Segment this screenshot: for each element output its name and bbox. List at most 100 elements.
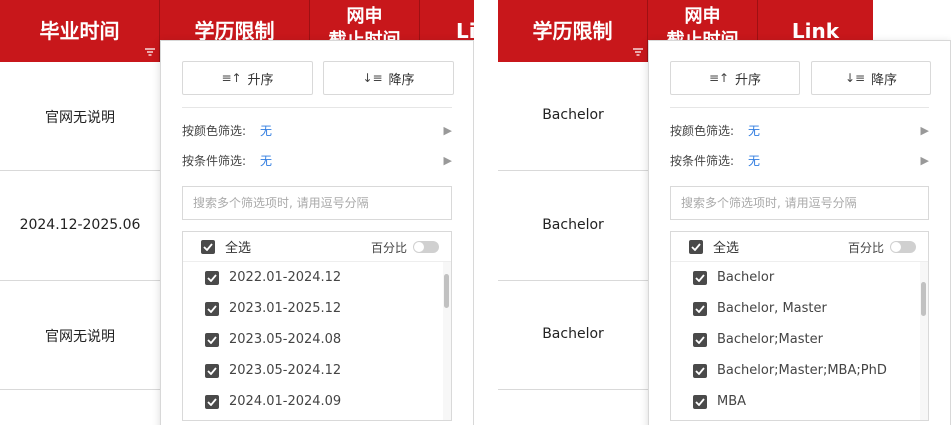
option-label: Bachelor, Master xyxy=(717,301,827,316)
sort-desc-label: 降序 xyxy=(871,72,898,88)
search-input[interactable]: 搜索多个筛选项时, 请用逗号分隔 xyxy=(670,186,929,220)
percent-label: 百分比 xyxy=(370,240,407,255)
select-all-row[interactable]: 全选 百分比 xyxy=(671,232,928,262)
filter-dropdown: ≡↑ 升序 ↓≡ 降序 按颜色筛选: 无 ▶ 按条件筛选: 无 ▶ 搜索多个筛选… xyxy=(648,40,951,425)
list-item[interactable]: Bachelor;Master xyxy=(671,324,918,355)
checkbox-checked-icon[interactable] xyxy=(693,363,707,378)
cell-text: 官网无说明 xyxy=(45,329,115,345)
list-item[interactable]: 2024.01-2024.09 xyxy=(183,386,441,417)
sort-ascending-button[interactable]: ≡↑ 升序 xyxy=(670,61,800,95)
list-item[interactable]: MBA xyxy=(671,386,918,417)
left-panel: 毕业时间 学历限制 网申 截止时间 Li 官网无说明 2024.12-2025.… xyxy=(0,0,474,425)
list-item[interactable]: Bachelor xyxy=(671,262,918,293)
sort-desc-icon: ↓≡ xyxy=(362,71,383,85)
select-all-label: 全选 xyxy=(225,241,252,256)
condition-filter-label: 按条件筛选: xyxy=(182,153,247,168)
filter-icon[interactable] xyxy=(633,48,643,58)
checkbox-checked-icon[interactable] xyxy=(693,270,707,285)
percent-toggle[interactable]: 百分比 xyxy=(371,232,439,262)
table-row: 2024.12-2025.06 xyxy=(0,171,160,281)
cell-text: Bachelor xyxy=(542,326,604,342)
sort-descending-button[interactable]: ↓≡ 降序 xyxy=(323,61,454,95)
filter-options-list: 全选 百分比 Bachelor Bachelor, Master Bachelo… xyxy=(670,231,929,421)
option-label: 2023.05-2024.12 xyxy=(229,363,342,378)
divider xyxy=(670,107,929,108)
toggle-switch[interactable] xyxy=(413,241,439,253)
table-row: Bachelor xyxy=(498,171,648,281)
toggle-switch[interactable] xyxy=(890,241,916,253)
percent-toggle[interactable]: 百分比 xyxy=(848,232,916,262)
checkbox-checked-icon[interactable] xyxy=(693,332,707,347)
table-row: Bachelor xyxy=(498,62,648,171)
search-input[interactable]: 搜索多个筛选项时, 请用逗号分隔 xyxy=(182,186,452,220)
header-label: 毕业时间 xyxy=(39,19,120,43)
list-item[interactable]: 2023.05-2024.12 xyxy=(183,355,441,386)
select-all-row[interactable]: 全选 百分比 xyxy=(183,232,451,262)
cell-text: Bachelor xyxy=(542,217,604,233)
list-item[interactable]: 2023.01-2025.12 xyxy=(183,293,441,324)
color-filter-label: 按颜色筛选: xyxy=(670,123,735,138)
select-all-label: 全选 xyxy=(713,241,740,256)
option-label: 2023.01-2025.12 xyxy=(229,301,342,316)
scrollbar-thumb[interactable] xyxy=(444,274,449,308)
chevron-right-icon: ▶ xyxy=(920,123,929,137)
color-filter-value: 无 xyxy=(260,123,273,138)
option-label: MBA xyxy=(717,394,747,409)
filter-options-list: 全选 百分比 2022.01-2024.12 2023.01-2025.12 2… xyxy=(182,231,452,421)
sort-ascending-button[interactable]: ≡↑ 升序 xyxy=(182,61,313,95)
option-label: 2024.01-2024.09 xyxy=(229,394,342,409)
cell-text: 官网无说明 xyxy=(45,110,115,126)
header-graduation-time[interactable]: 毕业时间 xyxy=(0,0,160,62)
color-filter-row[interactable]: 按颜色筛选: 无 ▶ xyxy=(670,120,929,140)
sort-asc-icon: ≡↑ xyxy=(221,71,242,85)
cell-text: 2024.12-2025.06 xyxy=(19,217,141,233)
checkbox-checked-icon[interactable] xyxy=(205,301,219,316)
condition-filter-value: 无 xyxy=(748,153,761,168)
list-item[interactable]: Bachelor, Master xyxy=(671,293,918,324)
list-item[interactable]: 2022.01-2024.12 xyxy=(183,262,441,293)
sort-descending-button[interactable]: ↓≡ 降序 xyxy=(811,61,931,95)
scrollbar-thumb[interactable] xyxy=(921,282,926,316)
option-label: 2023.05-2024.08 xyxy=(229,332,342,347)
header-label: 网申 xyxy=(346,6,383,27)
checkbox-checked-icon[interactable] xyxy=(205,270,219,285)
filter-icon[interactable] xyxy=(145,48,155,58)
right-panel: 学历限制 网申 截止时间 Link Bachelor Bachelor Bach… xyxy=(498,0,951,425)
sort-asc-icon: ≡↑ xyxy=(708,71,730,85)
divider xyxy=(182,107,452,108)
chevron-right-icon: ▶ xyxy=(443,123,452,137)
condition-filter-row[interactable]: 按条件筛选: 无 ▶ xyxy=(182,150,452,170)
table-row: 官网无说明 xyxy=(0,281,160,390)
header-label: 网申 xyxy=(684,6,721,27)
sort-asc-label: 升序 xyxy=(735,72,762,88)
header-education[interactable]: 学历限制 xyxy=(498,0,648,62)
condition-filter-label: 按条件筛选: xyxy=(670,153,735,168)
option-label: Bachelor;Master xyxy=(717,332,823,347)
sort-asc-label: 升序 xyxy=(247,72,274,88)
checkbox-checked-icon[interactable] xyxy=(205,332,219,347)
cell-text: Bachelor xyxy=(542,107,604,123)
checkbox-checked-icon[interactable] xyxy=(693,394,707,409)
table-row: 官网无说明 xyxy=(0,62,160,171)
sort-desc-icon: ↓≡ xyxy=(844,71,866,85)
percent-label: 百分比 xyxy=(847,240,884,255)
option-label: Bachelor xyxy=(717,270,775,285)
table-row: Bachelor xyxy=(498,281,648,390)
checkbox-checked-icon[interactable] xyxy=(205,394,219,409)
checkbox-checked-icon[interactable] xyxy=(689,239,703,254)
list-item[interactable]: Bachelor;Master;MBA;PhD xyxy=(671,355,918,386)
color-filter-row[interactable]: 按颜色筛选: 无 ▶ xyxy=(182,120,452,140)
filter-dropdown: ≡↑ 升序 ↓≡ 降序 按颜色筛选: 无 ▶ 按条件筛选: 无 ▶ 搜索多个筛选… xyxy=(160,40,474,425)
color-filter-label: 按颜色筛选: xyxy=(182,123,247,138)
checkbox-checked-icon[interactable] xyxy=(201,239,215,254)
checkbox-checked-icon[interactable] xyxy=(693,301,707,316)
header-label: 学历限制 xyxy=(532,19,613,43)
condition-filter-row[interactable]: 按条件筛选: 无 ▶ xyxy=(670,150,929,170)
list-item[interactable]: 2023.05-2024.08 xyxy=(183,324,441,355)
condition-filter-value: 无 xyxy=(260,153,273,168)
checkbox-checked-icon[interactable] xyxy=(205,363,219,378)
chevron-right-icon: ▶ xyxy=(443,153,452,167)
option-label: 2022.01-2024.12 xyxy=(229,270,342,285)
color-filter-value: 无 xyxy=(748,123,761,138)
option-label: Bachelor;Master;MBA;PhD xyxy=(717,363,887,378)
